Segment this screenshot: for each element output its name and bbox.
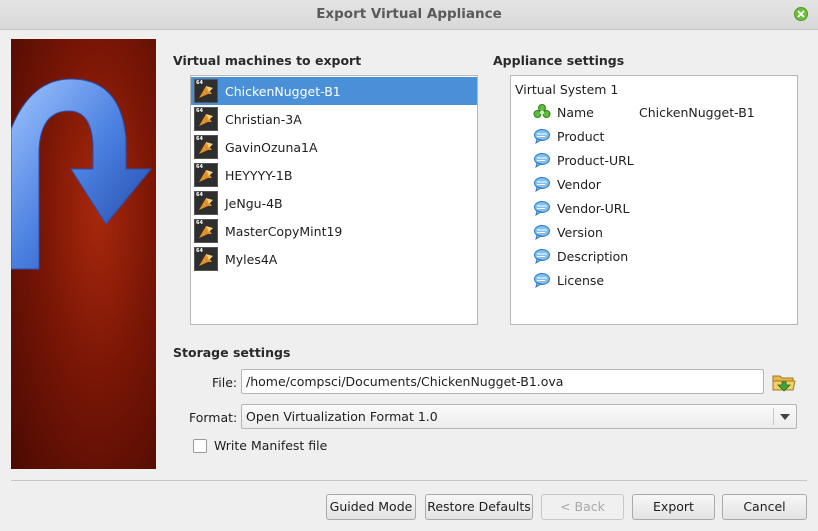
appliance-section-title: Appliance settings	[493, 53, 625, 68]
export-button[interactable]: Export	[632, 494, 715, 520]
vm-name: JeNgu-4B	[225, 195, 283, 211]
footer-divider	[11, 480, 807, 481]
os-badge: 64	[196, 248, 203, 254]
chevron-down-icon[interactable]	[780, 414, 790, 420]
vm-name: Christian-3A	[225, 111, 302, 127]
speech-bubble-icon	[533, 199, 551, 217]
vm-list-item[interactable]: 64 Christian-3A	[191, 105, 477, 133]
os-badge: 64	[196, 164, 203, 170]
linux-vm-icon: 64	[194, 107, 218, 131]
linux-vm-icon: 64	[194, 191, 218, 215]
guided-mode-button[interactable]: Guided Mode	[326, 494, 416, 520]
format-select-value: Open Virtualization Format 1.0	[246, 409, 438, 424]
os-badge: 64	[196, 136, 203, 142]
setting-label: Product-URL	[557, 152, 634, 168]
select-divider	[773, 408, 774, 425]
restore-defaults-button[interactable]: Restore Defaults	[425, 494, 533, 520]
speech-bubble-icon	[533, 271, 551, 289]
appliance-setting-row[interactable]: Product-URL	[533, 148, 634, 172]
file-label: File:	[212, 375, 238, 390]
appliance-setting-row[interactable]: Vendor-URL	[533, 196, 629, 220]
write-manifest-row[interactable]: Write Manifest file	[193, 438, 327, 453]
window-titlebar: Export Virtual Appliance	[0, 0, 818, 30]
speech-bubble-icon	[533, 127, 551, 145]
vm-list-item[interactable]: 64 HEYYYY-1B	[191, 161, 477, 189]
linux-vm-icon: 64	[194, 135, 218, 159]
vm-name: ChickenNugget-B1	[225, 83, 341, 99]
appliance-setting-row[interactable]: Description	[533, 244, 628, 268]
vm-list[interactable]: 64 ChickenNugget-B1 64 Christian-3A 64 GavinO…	[190, 75, 478, 325]
write-manifest-label: Write Manifest file	[214, 438, 328, 453]
appliance-settings-tree[interactable]: Virtual System 1 Name ChickenNugget-B1 Pro…	[510, 75, 798, 325]
appliance-setting-row[interactable]: Product	[533, 124, 604, 148]
speech-bubble-icon	[533, 223, 551, 241]
appliance-setting-row[interactable]: Vendor	[533, 172, 601, 196]
linux-vm-icon: 64	[194, 247, 218, 271]
vm-name: GavinOzuna1A	[225, 139, 318, 155]
linux-vm-icon: 64	[194, 79, 218, 103]
vm-list-item[interactable]: 64 ChickenNugget-B1	[191, 77, 477, 105]
setting-value[interactable]: ChickenNugget-B1	[639, 105, 755, 120]
close-icon[interactable]	[794, 7, 808, 21]
write-manifest-checkbox[interactable]	[193, 438, 207, 453]
back-button[interactable]: < Back	[541, 494, 624, 520]
linux-vm-icon: 64	[194, 163, 218, 187]
vm-list-item[interactable]: 64 JeNgu-4B	[191, 189, 477, 217]
setting-label: Name	[557, 104, 594, 120]
os-badge: 64	[196, 80, 203, 86]
linux-vm-icon: 64	[194, 219, 218, 243]
speech-bubble-icon	[533, 247, 551, 265]
vm-name: MasterCopyMint19	[225, 223, 343, 239]
vm-list-item[interactable]: 64 MasterCopyMint19	[191, 217, 477, 245]
setting-label: Product	[557, 128, 605, 144]
setting-label: Description	[557, 248, 629, 264]
os-badge: 64	[196, 192, 203, 198]
cancel-button[interactable]: Cancel	[722, 494, 807, 520]
format-label: Format:	[189, 410, 238, 425]
os-badge: 64	[196, 108, 203, 114]
vm-section-title: Virtual machines to export	[173, 53, 362, 68]
format-select[interactable]: Open Virtualization Format 1.0	[241, 404, 797, 429]
setting-label: Vendor	[557, 176, 601, 192]
appliance-setting-row[interactable]: Name ChickenNugget-B1	[533, 100, 755, 124]
vm-name: HEYYYY-1B	[225, 167, 293, 183]
appliance-setting-row[interactable]: Version	[533, 220, 603, 244]
setting-label: License	[557, 272, 605, 288]
export-arrow-banner	[11, 39, 156, 469]
os-badge: 64	[196, 220, 203, 226]
speech-bubble-icon	[533, 175, 551, 193]
file-path-input[interactable]: /home/compsci/Documents/ChickenNugget-B1…	[241, 369, 764, 394]
tree-root-label[interactable]: Virtual System 1	[515, 82, 618, 97]
vm-list-item[interactable]: 64 Myles4A	[191, 245, 477, 273]
window-title: Export Virtual Appliance	[316, 6, 502, 22]
vm-list-item[interactable]: 64 GavinOzuna1A	[191, 133, 477, 161]
setting-label: Vendor-URL	[557, 200, 630, 216]
appliance-setting-row[interactable]: License	[533, 268, 604, 292]
vm-name: Myles4A	[225, 251, 278, 267]
setting-label: Version	[557, 224, 603, 240]
folder-open-icon[interactable]	[771, 370, 797, 394]
name-icon	[533, 103, 551, 121]
storage-section-title: Storage settings	[173, 345, 291, 360]
speech-bubble-icon	[533, 151, 551, 169]
